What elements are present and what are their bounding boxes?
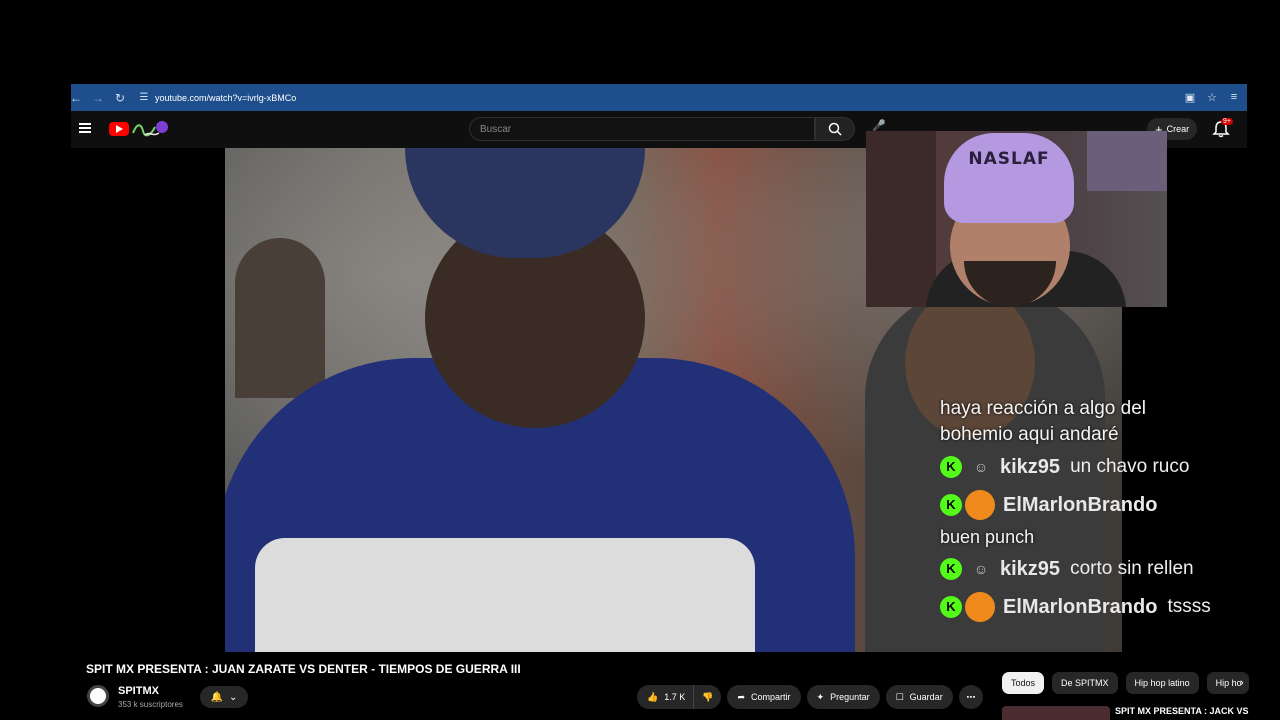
menu-icon[interactable] bbox=[79, 123, 91, 133]
more-icon: ⋯ bbox=[966, 691, 976, 702]
thumbs-up-icon: 👍 bbox=[647, 691, 659, 702]
save-label: Guardar bbox=[909, 692, 943, 702]
install-app-icon[interactable]: ▣ bbox=[1183, 91, 1197, 104]
chat-username: kikz95 bbox=[1000, 456, 1061, 478]
kick-badge-icon: K bbox=[940, 456, 962, 478]
video-actions: 👍 1.7 K 👎 ➦ Compartir ✦ Preguntar ☐ Guar… bbox=[637, 685, 983, 709]
chat-entry: K ElMarlonBrando bbox=[940, 486, 1240, 524]
ask-label: Preguntar bbox=[830, 692, 870, 702]
channel-avatar[interactable] bbox=[87, 685, 109, 707]
site-info-icon[interactable]: ☰ bbox=[137, 91, 151, 105]
chip-latin-hip-hop[interactable]: Hip hop latino bbox=[1125, 672, 1199, 694]
create-label: Crear bbox=[1166, 124, 1190, 134]
chat-username: ElMarlonBrando bbox=[1003, 596, 1158, 618]
search-icon bbox=[828, 122, 842, 136]
video-title: SPIT MX PRESENTA : JUAN ZARATE VS DENTER… bbox=[86, 662, 521, 676]
kick-badge-icon: K bbox=[940, 494, 962, 516]
webcam-shelf bbox=[866, 131, 936, 307]
user-icon: ☺ bbox=[973, 459, 989, 475]
forward-arrow-icon[interactable]: → bbox=[87, 87, 109, 109]
subscription-bell-button[interactable]: 🔔 ⌄ bbox=[200, 686, 248, 708]
url-text[interactable]: youtube.com/watch?v=ivrlg-xBMCo bbox=[155, 93, 296, 103]
chat-username: ElMarlonBrando bbox=[1003, 494, 1158, 516]
webcam-hat-text: NASLAF bbox=[968, 149, 1050, 169]
reading-list-icon[interactable]: ≡ bbox=[1227, 91, 1241, 104]
share-icon: ➦ bbox=[737, 691, 745, 702]
webcam-poster bbox=[1087, 131, 1167, 191]
video-background-person bbox=[235, 238, 325, 398]
like-button[interactable]: 👍 1.7 K bbox=[637, 685, 694, 709]
chip-all[interactable]: Todos bbox=[1002, 672, 1045, 694]
share-label: Compartir bbox=[751, 692, 791, 702]
orange-avatar bbox=[965, 592, 995, 622]
save-icon: ☐ bbox=[895, 691, 904, 702]
search-input[interactable]: Buscar bbox=[469, 117, 815, 141]
subscriber-count: 353 k suscriptores bbox=[118, 700, 183, 709]
dislike-button[interactable]: 👎 bbox=[693, 685, 722, 709]
webcam-hat bbox=[944, 133, 1074, 223]
chat-entry: K ☺ kikz95 un chavo ruco bbox=[940, 448, 1240, 486]
doodle-logo-icon[interactable] bbox=[131, 119, 169, 139]
like-count: 1.7 K bbox=[664, 692, 686, 702]
chat-entry: K ElMarlonBrando tssss bbox=[940, 588, 1240, 626]
chat-username: kikz95 bbox=[1000, 558, 1061, 580]
share-button[interactable]: ➦ Compartir bbox=[727, 685, 801, 709]
browser-toolbar: ← → ↻ ☰ youtube.com/watch?v=ivrlg-xBMCo … bbox=[70, 84, 1247, 111]
youtube-logo-icon[interactable] bbox=[109, 122, 129, 136]
address-bar[interactable]: ☰ youtube.com/watch?v=ivrlg-xBMCo bbox=[137, 91, 297, 105]
chat-message-text: bohemio aqui andaré bbox=[940, 424, 1119, 445]
chat-user-message: un chavo ruco bbox=[1070, 456, 1190, 477]
kick-badge-icon: K bbox=[940, 596, 962, 618]
kick-badge-icon: K bbox=[940, 558, 962, 580]
video-jacket-white bbox=[255, 538, 755, 652]
recommended-thumbnail[interactable] bbox=[1002, 706, 1110, 720]
orange-avatar bbox=[965, 490, 995, 520]
chip-from-channel[interactable]: De SPITMX bbox=[1052, 672, 1118, 694]
stream-chat-overlay: haya reacción a algo del bohemio aqui an… bbox=[940, 396, 1240, 626]
chat-entry: K ☺ kikz95 corto sin rellen bbox=[940, 550, 1240, 588]
ask-button[interactable]: ✦ Preguntar bbox=[806, 685, 880, 709]
streamer-webcam: NASLAF bbox=[866, 131, 1167, 307]
reload-icon[interactable]: ↻ bbox=[109, 87, 131, 109]
back-arrow-icon[interactable]: ← bbox=[65, 87, 87, 109]
bell-icon: 🔔 bbox=[210, 691, 224, 703]
bookmark-star-icon[interactable]: ☆ bbox=[1205, 91, 1219, 104]
chevron-down-icon: ⌄ bbox=[229, 691, 238, 703]
thumbs-down-icon: 👎 bbox=[702, 691, 714, 702]
user-icon: ☺ bbox=[973, 561, 989, 577]
chat-user-message: tssss bbox=[1167, 596, 1211, 617]
search-button[interactable] bbox=[815, 117, 855, 141]
sparkle-icon: ✦ bbox=[816, 691, 825, 702]
filter-chips: Todos De SPITMX Hip hop latino Hip ho bbox=[1002, 672, 1249, 694]
chat-user-message: corto sin rellen bbox=[1070, 558, 1194, 579]
channel-name[interactable]: SPITMX bbox=[118, 685, 159, 697]
more-actions-button[interactable]: ⋯ bbox=[958, 685, 983, 709]
recommended-title[interactable]: SPIT MX PRESENTA : JACK VS bbox=[1115, 706, 1249, 716]
chat-message-text: buen punch bbox=[940, 527, 1035, 547]
chat-message-text: haya reacción a algo del bbox=[940, 398, 1146, 419]
save-button[interactable]: ☐ Guardar bbox=[885, 685, 953, 709]
notification-count-badge: 9+ bbox=[1221, 118, 1233, 125]
chevron-right-icon[interactable]: › bbox=[1240, 677, 1244, 689]
